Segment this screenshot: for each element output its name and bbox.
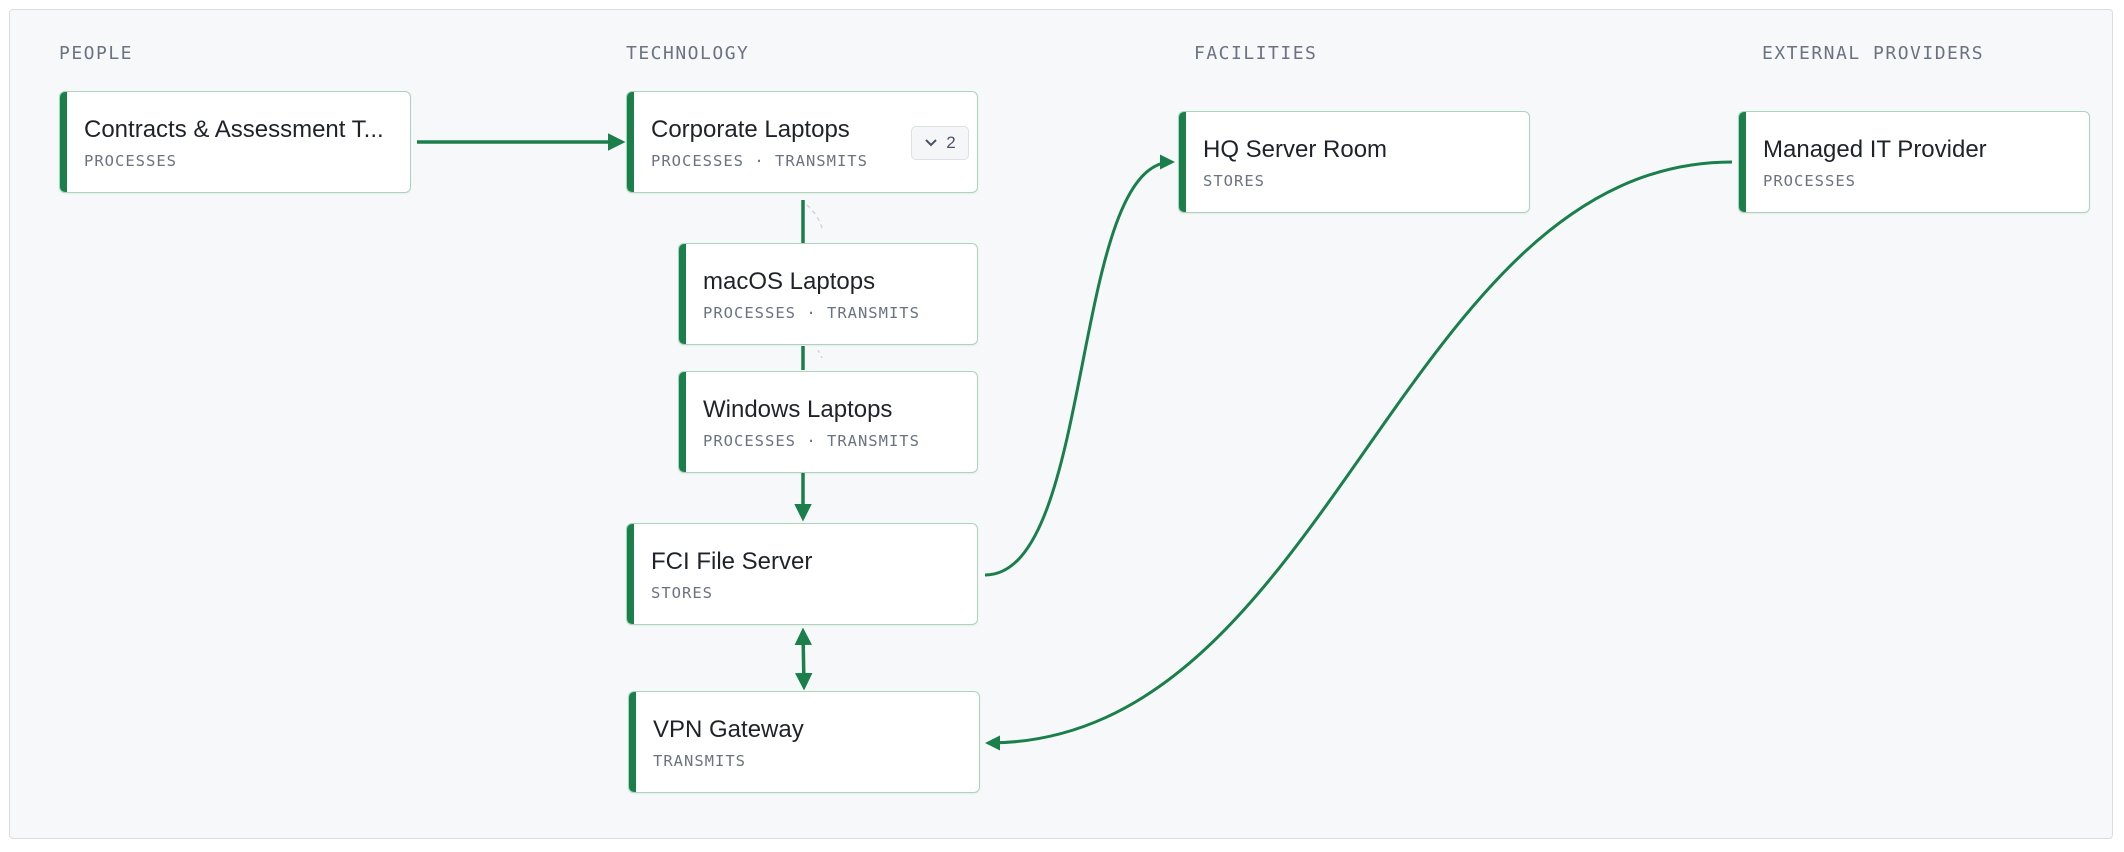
node-roles: TRANSMITS xyxy=(653,752,746,770)
chevron-down-icon xyxy=(925,139,937,147)
node-name: macOS Laptops xyxy=(703,268,876,295)
node-windows-laptops[interactable]: Windows Laptops PROCESSES · TRANSMITS xyxy=(678,371,978,473)
edge-hint-dashed-1 xyxy=(806,204,823,229)
node-name: VPN Gateway xyxy=(653,716,804,743)
node-name: HQ Server Room xyxy=(1203,136,1388,163)
edge-managed-it-to-vpn-gateway xyxy=(985,160,1733,751)
node-contracts[interactable]: Contracts & Assessment T... PROCESSES xyxy=(59,91,411,193)
node-accent-bar xyxy=(60,92,67,192)
node-corporate-laptops[interactable]: Corporate Laptops PROCESSES · TRANSMITS … xyxy=(626,91,978,193)
node-managed-it-provider[interactable]: Managed IT Provider PROCESSES xyxy=(1738,111,2090,213)
node-roles: PROCESSES xyxy=(1763,172,1856,190)
node-name: FCI File Server xyxy=(651,548,813,575)
diagram-canvas: PEOPLE TECHNOLOGY FACILITIES EXTERNAL PR… xyxy=(9,9,2113,839)
node-roles: PROCESSES · TRANSMITS xyxy=(703,304,920,322)
node-roles: PROCESSES · TRANSMITS xyxy=(651,152,868,170)
expand-children-button[interactable]: 2 xyxy=(911,126,969,160)
node-hq-server-room[interactable]: HQ Server Room STORES xyxy=(1178,111,1530,213)
node-accent-bar xyxy=(1179,112,1186,212)
node-fci-file-server[interactable]: FCI File Server STORES xyxy=(626,523,978,625)
node-macos-laptops[interactable]: macOS Laptops PROCESSES · TRANSMITS xyxy=(678,243,978,345)
node-roles: PROCESSES xyxy=(84,152,177,170)
node-name: Contracts & Assessment T... xyxy=(84,116,384,143)
node-roles: STORES xyxy=(1203,172,1265,190)
node-accent-bar xyxy=(627,92,634,192)
node-accent-bar xyxy=(629,692,636,792)
node-accent-bar xyxy=(627,524,634,624)
child-count: 2 xyxy=(946,133,956,152)
node-vpn-gateway[interactable]: VPN Gateway TRANSMITS xyxy=(628,691,980,793)
node-accent-bar xyxy=(679,244,686,344)
edge-hint-dashed-2 xyxy=(817,349,823,359)
edge-fci-file-server-to-hq-server-room xyxy=(984,154,1175,577)
node-name: Corporate Laptops xyxy=(651,116,850,143)
node-name: Windows Laptops xyxy=(703,396,893,423)
node-roles: PROCESSES · TRANSMITS xyxy=(703,432,920,450)
node-accent-bar xyxy=(679,372,686,472)
edge-fci-file-server-vpn-gateway xyxy=(794,627,813,691)
node-roles: STORES xyxy=(651,584,713,602)
node-accent-bar xyxy=(1739,112,1746,212)
node-name: Managed IT Provider xyxy=(1763,136,1987,163)
